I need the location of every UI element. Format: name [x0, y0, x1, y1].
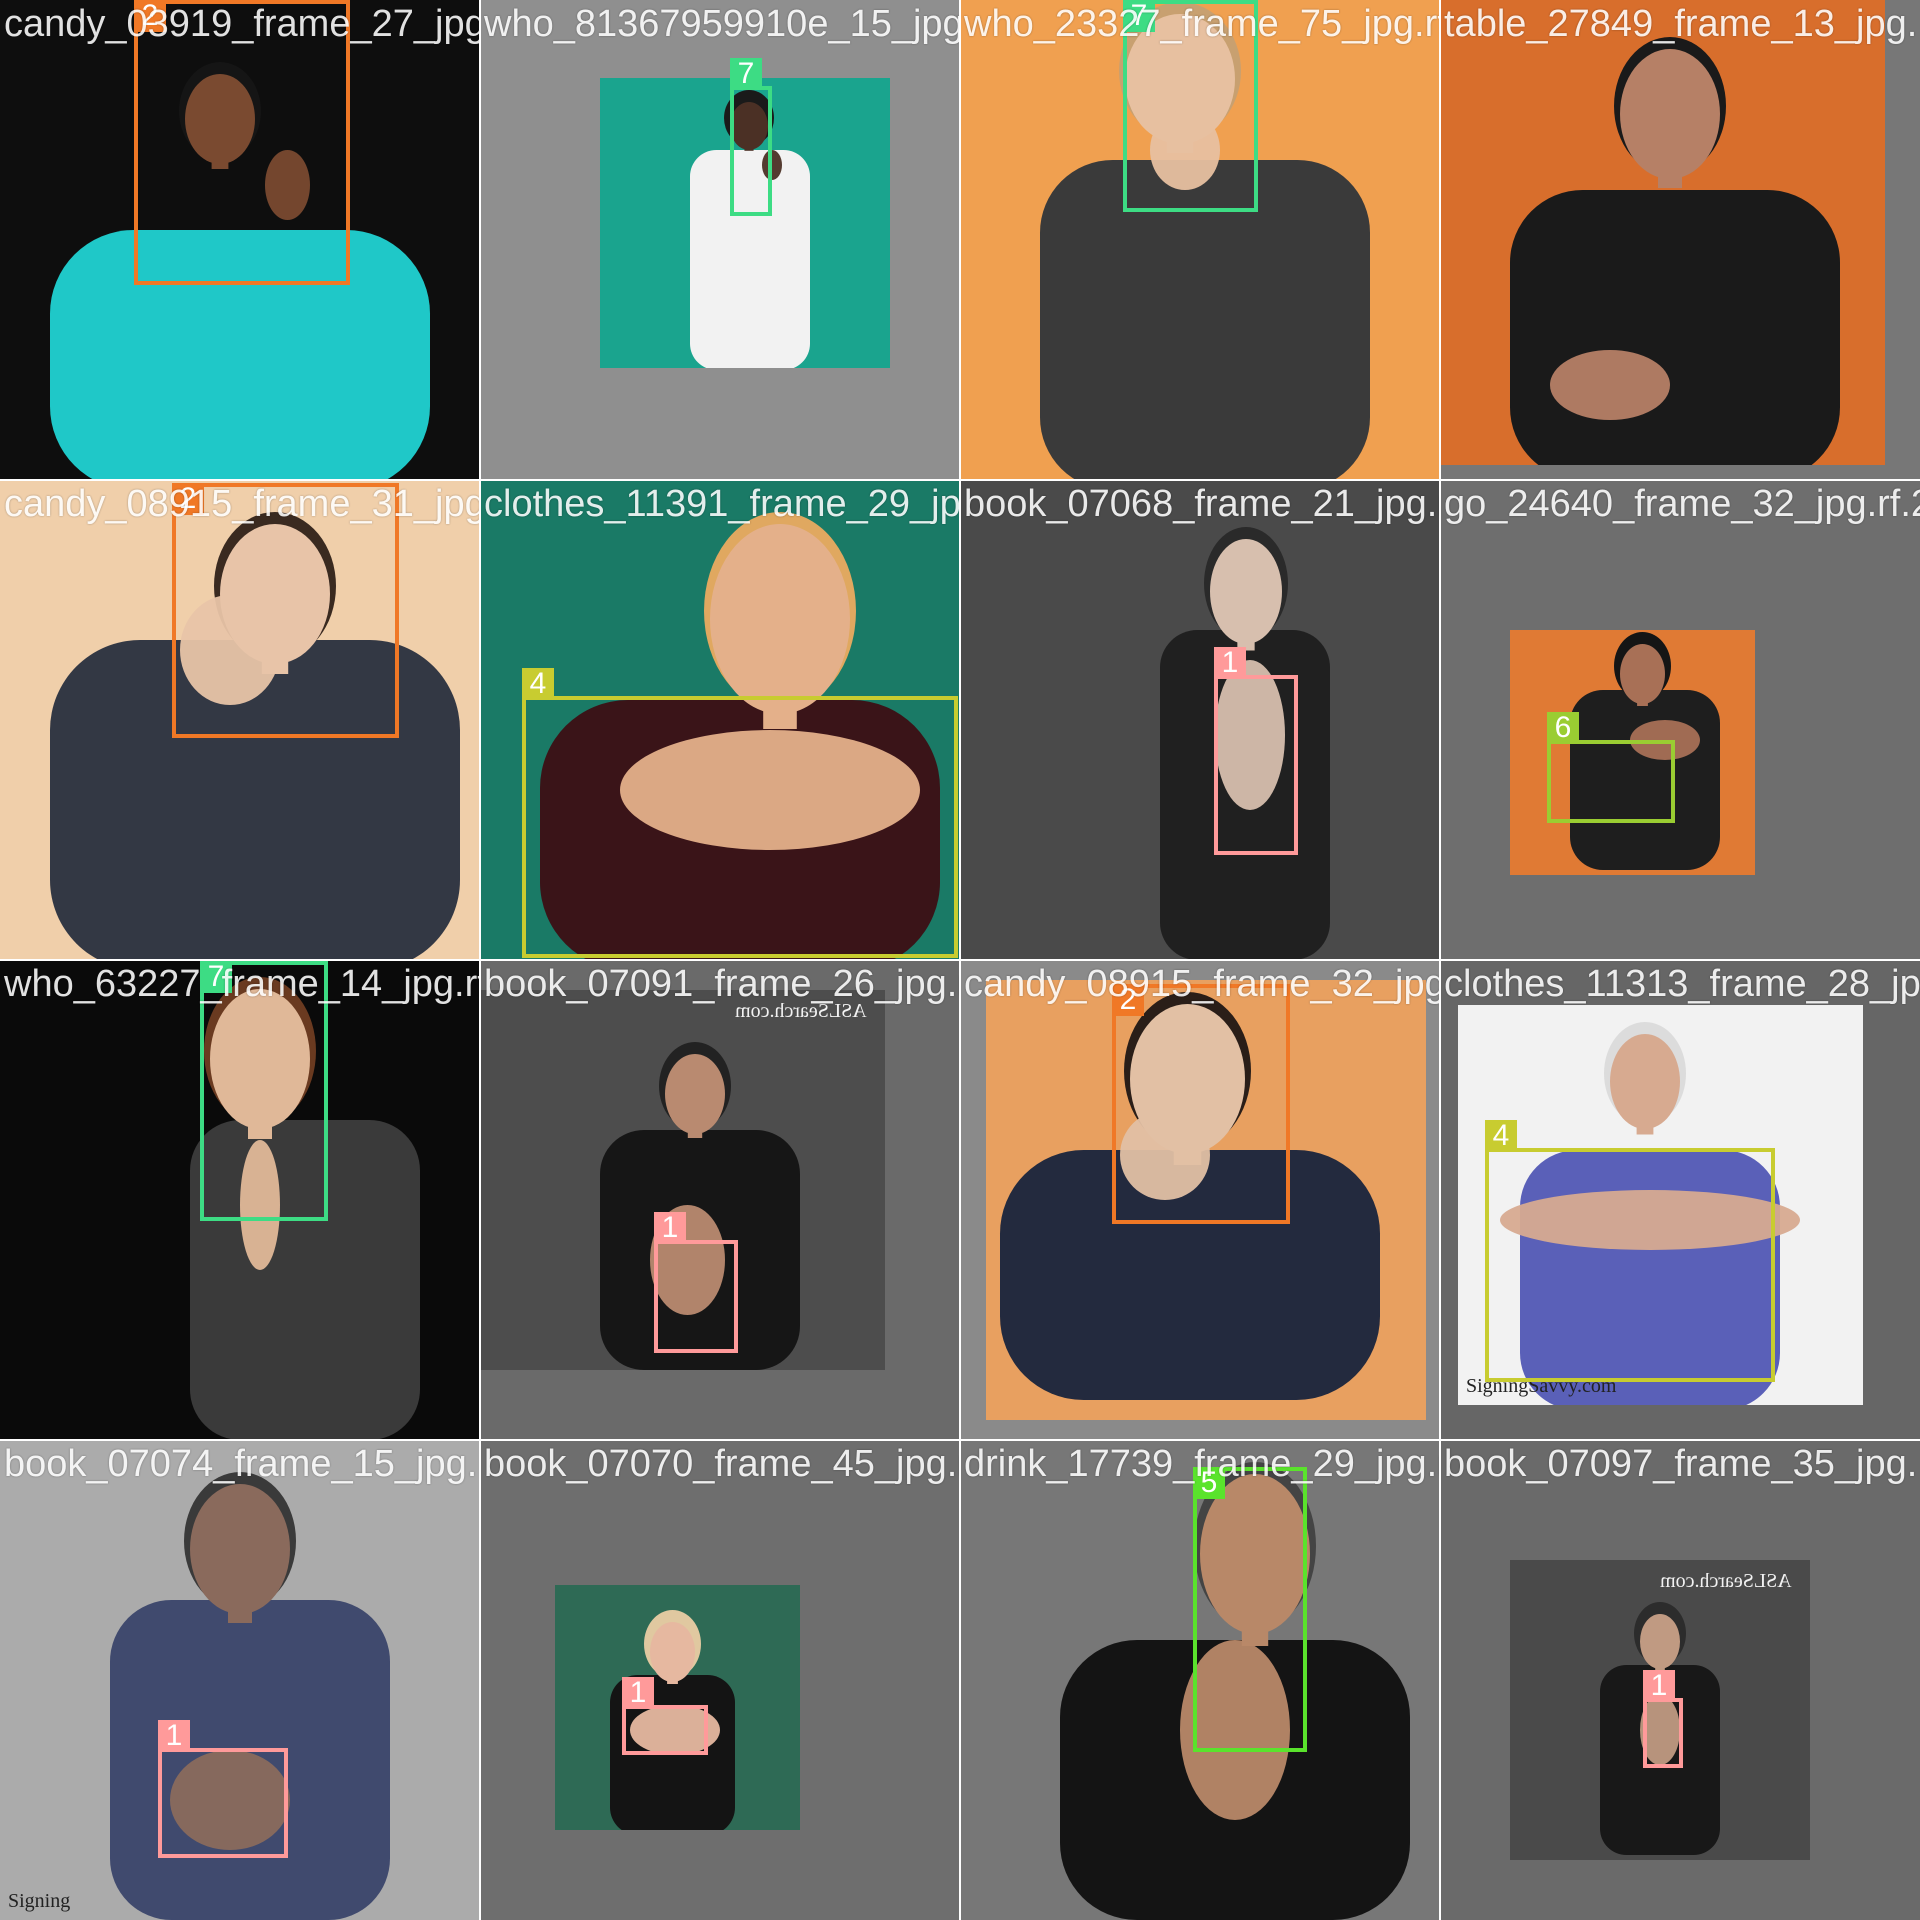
mosaic-tile: 6 go_24640_frame_32_jpg.rf.2: [1440, 480, 1920, 960]
watermark-text: ASLSearch.com: [1660, 1570, 1792, 1592]
class-label-tag: 7: [730, 58, 762, 90]
class-label-tag: 1: [654, 1212, 686, 1244]
class-label-tag: 1: [158, 1720, 190, 1752]
filename-caption: drink_17739_frame_29_jpg.rf: [964, 1443, 1440, 1485]
mosaic-tile: 7 who_63227_frame_14_jpg.rf: [0, 960, 480, 1440]
bounding-box: 1: [654, 1212, 738, 1353]
mosaic-tile: 2 candy_03919_frame_27_jpg: [0, 0, 480, 480]
filename-caption: clothes_11313_frame_28_jp: [1444, 963, 1920, 1005]
bounding-box: 6: [1547, 712, 1675, 823]
filename-caption: book_07068_frame_21_jpg.rf: [964, 483, 1440, 525]
mosaic-tile: 2 candy_08915_frame_31_jpg: [0, 480, 480, 960]
class-label-tag: 6: [1547, 712, 1579, 744]
mosaic-tile: table_27849_frame_13_jpg.: [1440, 0, 1920, 480]
mosaic-tile: 1 book_07070_frame_45_jpg.rf: [480, 1440, 960, 1920]
filename-caption: candy_03919_frame_27_jpg: [4, 3, 480, 45]
mosaic-tile: 4 clothes_11391_frame_29_jpg: [480, 480, 960, 960]
filename-caption: book_07070_frame_45_jpg.rf: [484, 1443, 960, 1485]
filename-caption: book_07074_frame_15_jpg.: [4, 1443, 478, 1485]
signer-figure: [1160, 527, 1330, 960]
mosaic-tile: ASLSearch.com 1 book_07097_frame_35_jpg.: [1440, 1440, 1920, 1920]
mosaic-tile: SigningSavvy.com 4 clothes_11313_frame_28_…: [1440, 960, 1920, 1440]
bounding-box: 2: [1112, 984, 1290, 1224]
filename-caption: go_24640_frame_32_jpg.rf.2: [1444, 483, 1920, 525]
bounding-box: 7: [730, 58, 772, 216]
filename-caption: candy_08915_frame_31_jpg: [4, 483, 480, 525]
filename-caption: book_07091_frame_26_jpg.rf: [484, 963, 960, 1005]
filename-caption: who_23327_frame_75_jpg.rf: [964, 3, 1440, 45]
signer-figure: [1510, 37, 1840, 465]
mosaic-tile: ASLSearch.com 1 book_07091_frame_26_jpg.rf: [480, 960, 960, 1440]
bounding-box: 4: [522, 668, 958, 958]
frame-image: [1440, 0, 1885, 465]
grid-divider: [0, 1439, 1920, 1441]
filename-caption: who_81367959910e_15_jpg.rf.81...: [484, 3, 960, 45]
mosaic-grid: 2 candy_03919_frame_27_jpg 7 who_8136795991…: [0, 0, 1920, 1920]
class-label-tag: 1: [1643, 1670, 1675, 1702]
bounding-box: 4: [1485, 1120, 1775, 1382]
bounding-box: 1: [1643, 1670, 1683, 1768]
class-label-tag: 4: [522, 668, 554, 700]
filename-caption: candy_08915_frame_32_jpg: [964, 963, 1440, 1005]
filename-caption: book_07097_frame_35_jpg.: [1444, 1443, 1918, 1485]
class-label-tag: 1: [622, 1677, 654, 1709]
filename-caption: table_27849_frame_13_jpg.: [1444, 3, 1918, 45]
mosaic-tile: 7 who_81367959910e_15_jpg.rf.81...: [480, 0, 960, 480]
grid-divider: [0, 959, 1920, 961]
mosaic-tile: 1 book_07068_frame_21_jpg.rf: [960, 480, 1440, 960]
watermark-text: Signing: [8, 1890, 71, 1912]
mosaic-tile: Signing 1 book_07074_frame_15_jpg.: [0, 1440, 480, 1920]
frame-image: [960, 480, 1440, 960]
mosaic-tile: 2 candy_08915_frame_32_jpg: [960, 960, 1440, 1440]
class-label-tag: 4: [1485, 1120, 1517, 1152]
mosaic-tile: 5 drink_17739_frame_29_jpg.rf: [960, 1440, 1440, 1920]
bounding-box: 1: [622, 1677, 708, 1755]
bounding-box: 1: [1214, 647, 1298, 855]
grid-divider: [1439, 0, 1441, 1920]
bounding-box: 5: [1193, 1467, 1307, 1752]
mosaic-tile: 7 who_23327_frame_75_jpg.rf: [960, 0, 1440, 480]
bounding-box: 1: [158, 1720, 288, 1858]
filename-caption: who_63227_frame_14_jpg.rf: [4, 963, 480, 1005]
class-label-tag: 1: [1214, 647, 1246, 679]
filename-caption: clothes_11391_frame_29_jpg: [484, 483, 960, 525]
